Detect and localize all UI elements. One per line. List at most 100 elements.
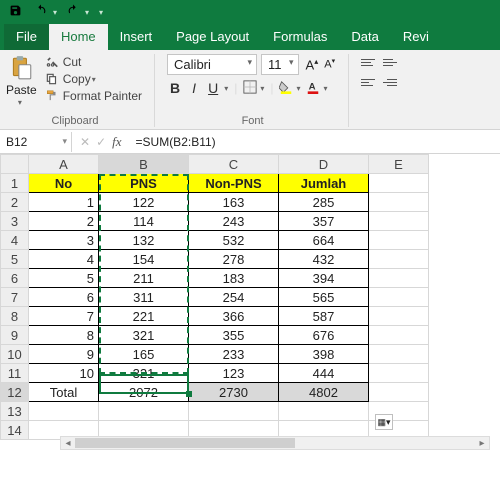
save-icon[interactable] [6, 2, 25, 22]
tab-data[interactable]: Data [339, 24, 390, 50]
scroll-thumb[interactable] [75, 438, 295, 448]
cancel-icon[interactable]: ✕ [80, 135, 90, 149]
row-header[interactable]: 4 [1, 231, 29, 250]
cell[interactable]: 4802 [279, 383, 369, 402]
spreadsheet-grid[interactable]: A B C D E 1 No PNS Non-PNS Jumlah 211221… [0, 154, 500, 440]
cell[interactable] [369, 174, 429, 193]
font-color-button[interactable]: A [306, 80, 320, 97]
cell[interactable]: 165 [99, 345, 189, 364]
cell[interactable]: 183 [189, 269, 279, 288]
chevron-down-icon[interactable]: ▾ [323, 84, 327, 93]
cell[interactable]: PNS [99, 174, 189, 193]
autofill-options-icon[interactable]: ▦▾ [375, 414, 393, 430]
row-header[interactable]: 9 [1, 326, 29, 345]
cell[interactable]: 565 [279, 288, 369, 307]
tab-page-layout[interactable]: Page Layout [164, 24, 261, 50]
cell[interactable]: 2730 [189, 383, 279, 402]
row-header[interactable]: 11 [1, 364, 29, 383]
fx-icon[interactable]: fx [112, 134, 121, 150]
cell[interactable]: 114 [99, 212, 189, 231]
col-header-D[interactable]: D [279, 155, 369, 174]
tab-review[interactable]: Revi [391, 24, 441, 50]
cell[interactable]: 321 [99, 364, 189, 383]
borders-button[interactable] [243, 80, 257, 97]
row-header[interactable]: 13 [1, 402, 29, 421]
enter-icon[interactable]: ✓ [96, 135, 106, 149]
cell[interactable]: 1 [29, 193, 99, 212]
italic-button[interactable]: I [189, 79, 199, 97]
cell[interactable] [369, 364, 429, 383]
align-left-button[interactable] [361, 74, 379, 90]
paste-button[interactable]: Paste ▾ [6, 54, 37, 107]
cell[interactable]: 357 [279, 212, 369, 231]
cell[interactable]: 9 [29, 345, 99, 364]
increase-font-button[interactable]: A▴ [303, 56, 322, 73]
col-header-B[interactable]: B [99, 155, 189, 174]
scroll-right-icon[interactable]: ▸ [475, 438, 489, 449]
tab-home[interactable]: Home [49, 24, 108, 50]
row-header[interactable]: 12 [1, 383, 29, 402]
align-top-button[interactable] [361, 54, 379, 70]
cell[interactable]: 122 [99, 193, 189, 212]
qat-customize-icon[interactable]: ▾ [99, 8, 103, 17]
cell[interactable] [369, 231, 429, 250]
cell[interactable]: 278 [189, 250, 279, 269]
row-header[interactable]: 2 [1, 193, 29, 212]
font-size-select[interactable]: 11 [261, 54, 299, 75]
cell[interactable]: 432 [279, 250, 369, 269]
align-middle-button[interactable] [383, 54, 401, 70]
format-painter-button[interactable]: Format Painter [43, 88, 144, 104]
cell[interactable]: 10 [29, 364, 99, 383]
cell[interactable]: 355 [189, 326, 279, 345]
col-header-C[interactable]: C [189, 155, 279, 174]
cell-selected[interactable]: 2072 [99, 383, 189, 402]
scroll-left-icon[interactable]: ◂ [61, 438, 75, 449]
row-header[interactable]: 1 [1, 174, 29, 193]
cell[interactable]: No [29, 174, 99, 193]
chevron-down-icon[interactable]: ▾ [224, 84, 228, 93]
cell[interactable] [369, 345, 429, 364]
cell[interactable]: 6 [29, 288, 99, 307]
cell[interactable] [189, 402, 279, 421]
cell[interactable]: 243 [189, 212, 279, 231]
row-header[interactable]: 14 [1, 421, 29, 440]
name-box[interactable]: B12 [0, 132, 72, 152]
cell[interactable]: 7 [29, 307, 99, 326]
cell[interactable]: 132 [99, 231, 189, 250]
cell[interactable]: 3 [29, 231, 99, 250]
bold-button[interactable]: B [167, 79, 183, 97]
cell[interactable] [369, 269, 429, 288]
cell[interactable]: 285 [279, 193, 369, 212]
fill-color-button[interactable] [279, 80, 293, 97]
cell[interactable]: 2 [29, 212, 99, 231]
row-header[interactable]: 5 [1, 250, 29, 269]
cell[interactable]: 163 [189, 193, 279, 212]
cell[interactable] [369, 288, 429, 307]
align-center-button[interactable] [383, 74, 401, 90]
cell[interactable] [279, 402, 369, 421]
row-header[interactable]: 6 [1, 269, 29, 288]
chevron-down-icon[interactable]: ▾ [296, 84, 300, 93]
col-header-E[interactable]: E [369, 155, 429, 174]
cell[interactable]: 8 [29, 326, 99, 345]
cell[interactable] [369, 326, 429, 345]
cell[interactable]: 254 [189, 288, 279, 307]
cell[interactable] [369, 250, 429, 269]
decrease-font-button[interactable]: A▾ [321, 56, 338, 73]
row-header[interactable]: 8 [1, 307, 29, 326]
cell[interactable] [29, 402, 99, 421]
cell[interactable] [99, 402, 189, 421]
cell[interactable]: 532 [189, 231, 279, 250]
cell[interactable]: 587 [279, 307, 369, 326]
row-header[interactable]: 7 [1, 288, 29, 307]
tab-formulas[interactable]: Formulas [261, 24, 339, 50]
row-header[interactable]: 10 [1, 345, 29, 364]
cell[interactable]: 394 [279, 269, 369, 288]
col-header-A[interactable]: A [29, 155, 99, 174]
cell[interactable]: 398 [279, 345, 369, 364]
horizontal-scrollbar[interactable]: ◂ ▸ [60, 436, 490, 450]
cell[interactable]: 233 [189, 345, 279, 364]
cell[interactable]: 366 [189, 307, 279, 326]
cell[interactable] [369, 383, 429, 402]
cell[interactable]: Jumlah [279, 174, 369, 193]
